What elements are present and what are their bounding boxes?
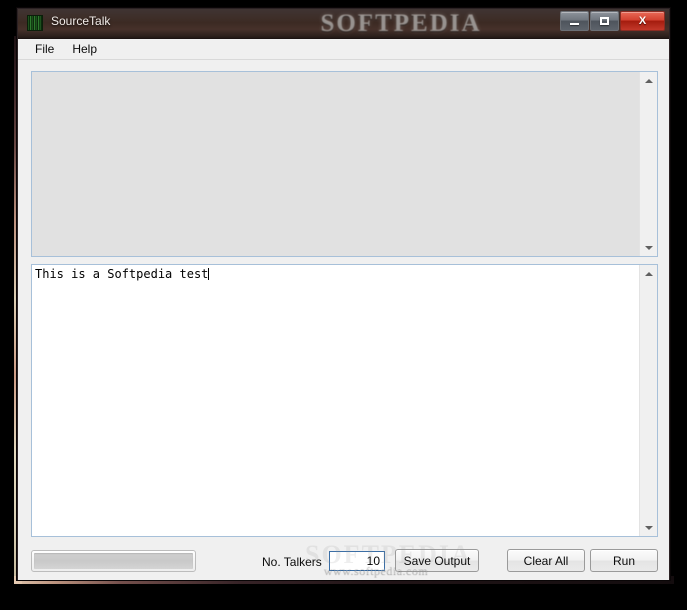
output-textarea[interactable] — [31, 71, 658, 257]
input-scroll-down-button[interactable] — [640, 519, 657, 536]
maximize-icon — [591, 12, 618, 30]
title-bar[interactable]: SourceTalk SOFTPEDIA X — [18, 9, 669, 39]
application-window: SourceTalk SOFTPEDIA X File Help This is… — [17, 8, 670, 580]
chevron-down-icon — [644, 525, 653, 530]
menu-item-file[interactable]: File — [26, 40, 63, 59]
client-area: This is a Softpedia test No. Talkers 10 … — [18, 60, 669, 580]
bottom-toolbar: No. Talkers Save Output Clear All Run — [18, 545, 669, 580]
output-scroll-track[interactable] — [640, 89, 657, 239]
softpedia-watermark: SOFTPEDIA — [320, 10, 482, 37]
chevron-up-icon — [644, 271, 653, 276]
progress-bar-trough — [34, 553, 193, 569]
output-scroll-down-button[interactable] — [640, 239, 657, 256]
output-scroll-up-button[interactable] — [640, 72, 657, 89]
close-icon: X — [638, 14, 647, 27]
app-icon — [27, 15, 43, 31]
output-scrollbar[interactable] — [639, 72, 657, 256]
menu-item-help[interactable]: Help — [63, 40, 106, 59]
input-text-wrapper: This is a Softpedia test — [35, 267, 636, 281]
input-scrollbar[interactable] — [639, 265, 657, 536]
progress-bar — [31, 550, 196, 572]
clear-all-button[interactable]: Clear All — [507, 549, 585, 572]
input-text: This is a Softpedia test — [35, 267, 209, 281]
talkers-input[interactable] — [329, 551, 385, 571]
chevron-up-icon — [644, 78, 653, 83]
maximize-button[interactable] — [590, 11, 619, 31]
talkers-label: No. Talkers — [262, 555, 322, 569]
output-textarea-content[interactable] — [32, 72, 639, 256]
close-button[interactable]: X — [620, 11, 665, 31]
input-textarea[interactable]: This is a Softpedia test — [31, 264, 658, 537]
minimize-button[interactable] — [560, 11, 589, 31]
chevron-down-icon — [644, 245, 653, 250]
text-caret — [208, 268, 210, 280]
desktop-background: SourceTalk SOFTPEDIA X File Help This is… — [0, 0, 687, 610]
run-button[interactable]: Run — [590, 549, 658, 572]
save-output-button[interactable]: Save Output — [395, 549, 479, 572]
window-controls: X — [559, 11, 665, 31]
input-textarea-content[interactable]: This is a Softpedia test — [32, 265, 639, 536]
window-title: SourceTalk — [51, 14, 111, 28]
minimize-icon — [561, 12, 588, 30]
menu-bar: File Help — [18, 39, 669, 60]
input-scroll-up-button[interactable] — [640, 265, 657, 282]
input-scroll-track[interactable] — [640, 282, 657, 519]
